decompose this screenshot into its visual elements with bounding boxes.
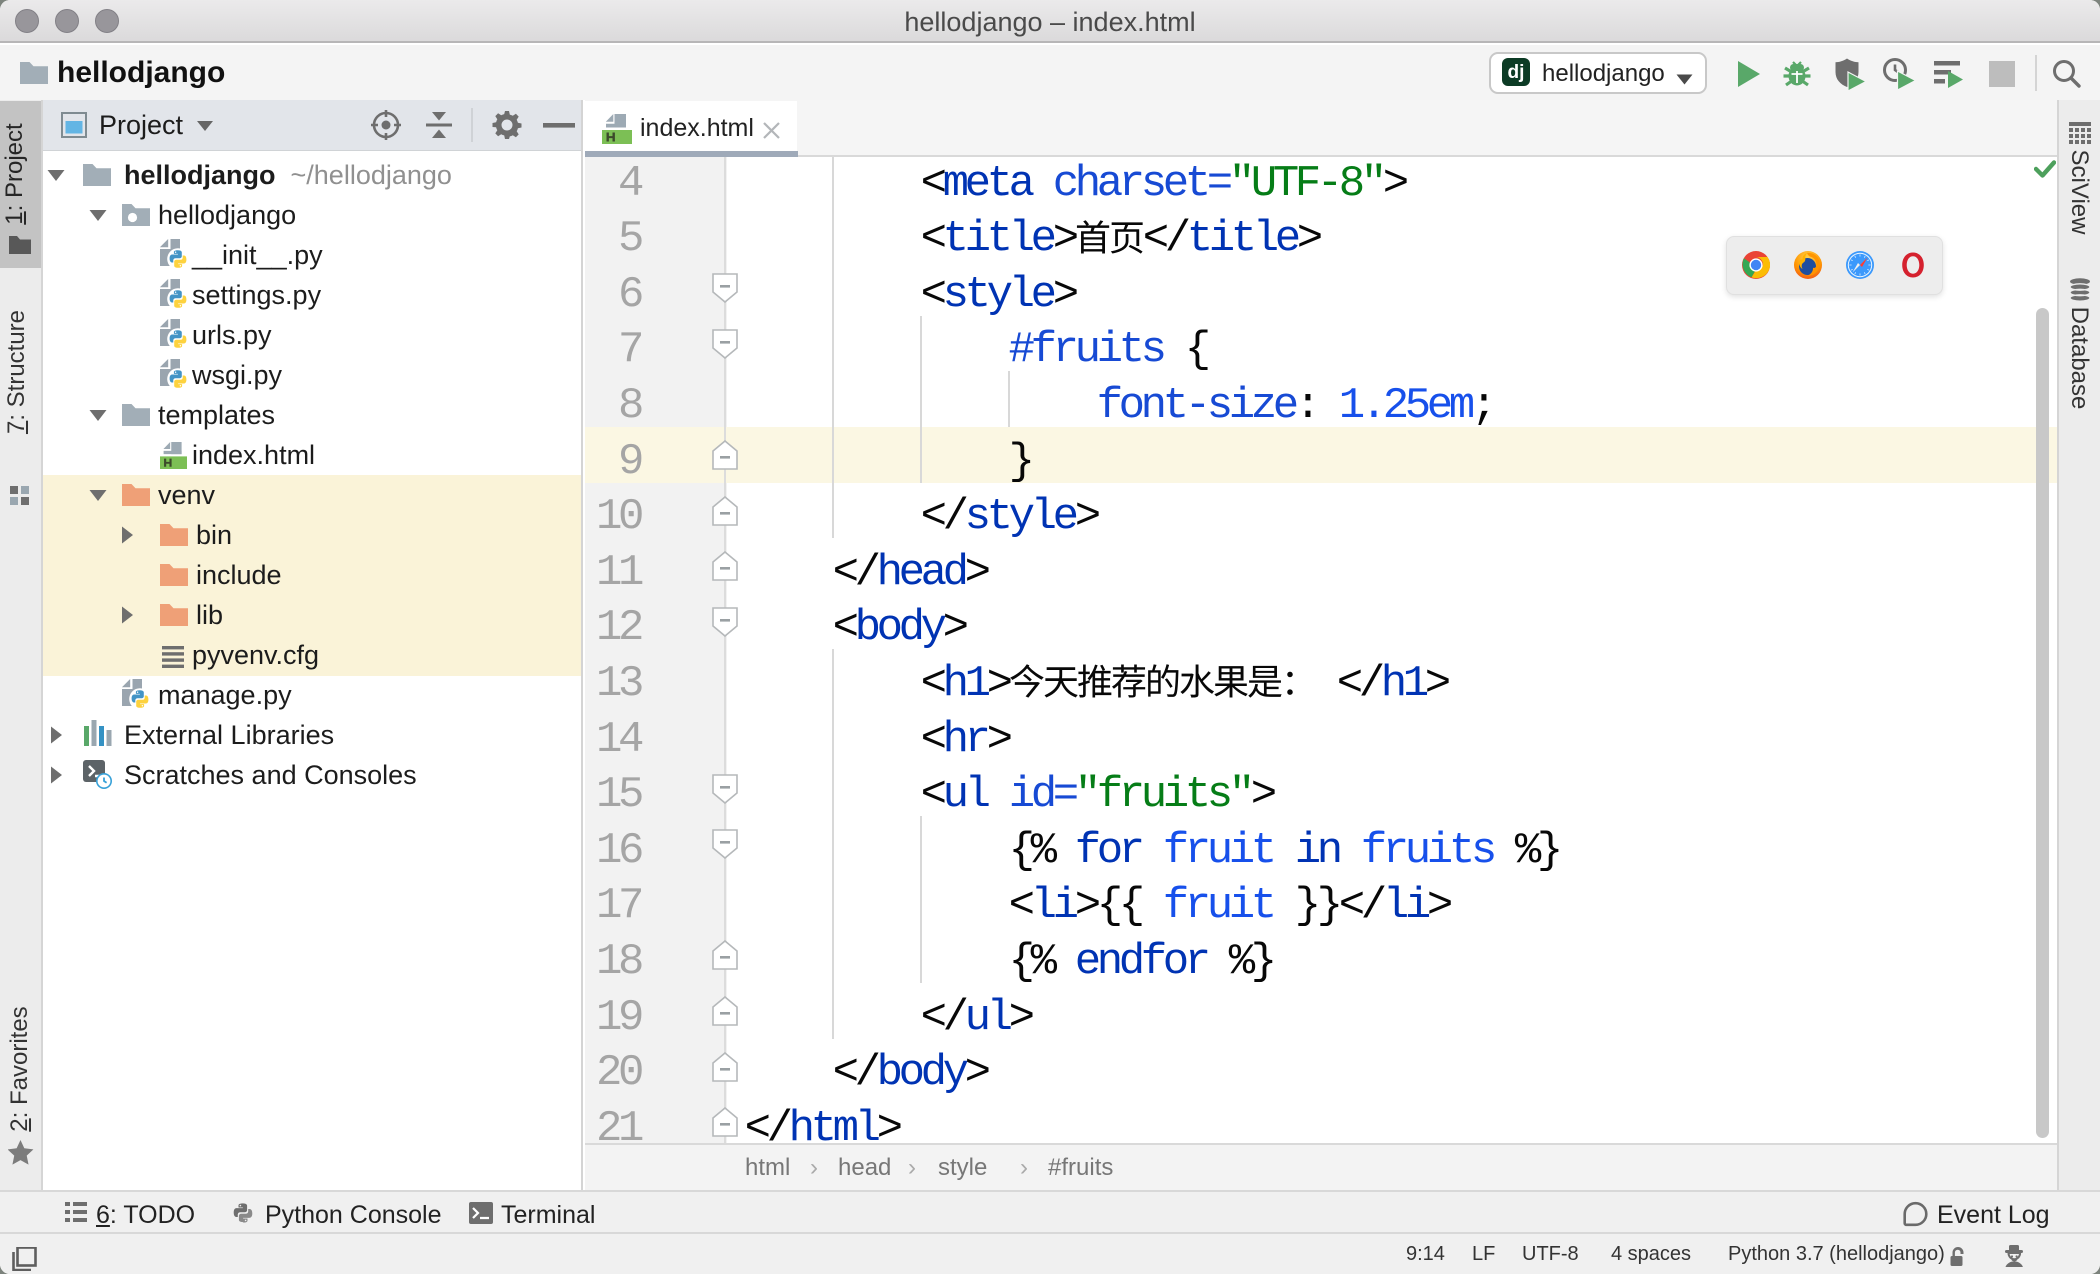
svg-text:dj: dj <box>1508 62 1525 83</box>
